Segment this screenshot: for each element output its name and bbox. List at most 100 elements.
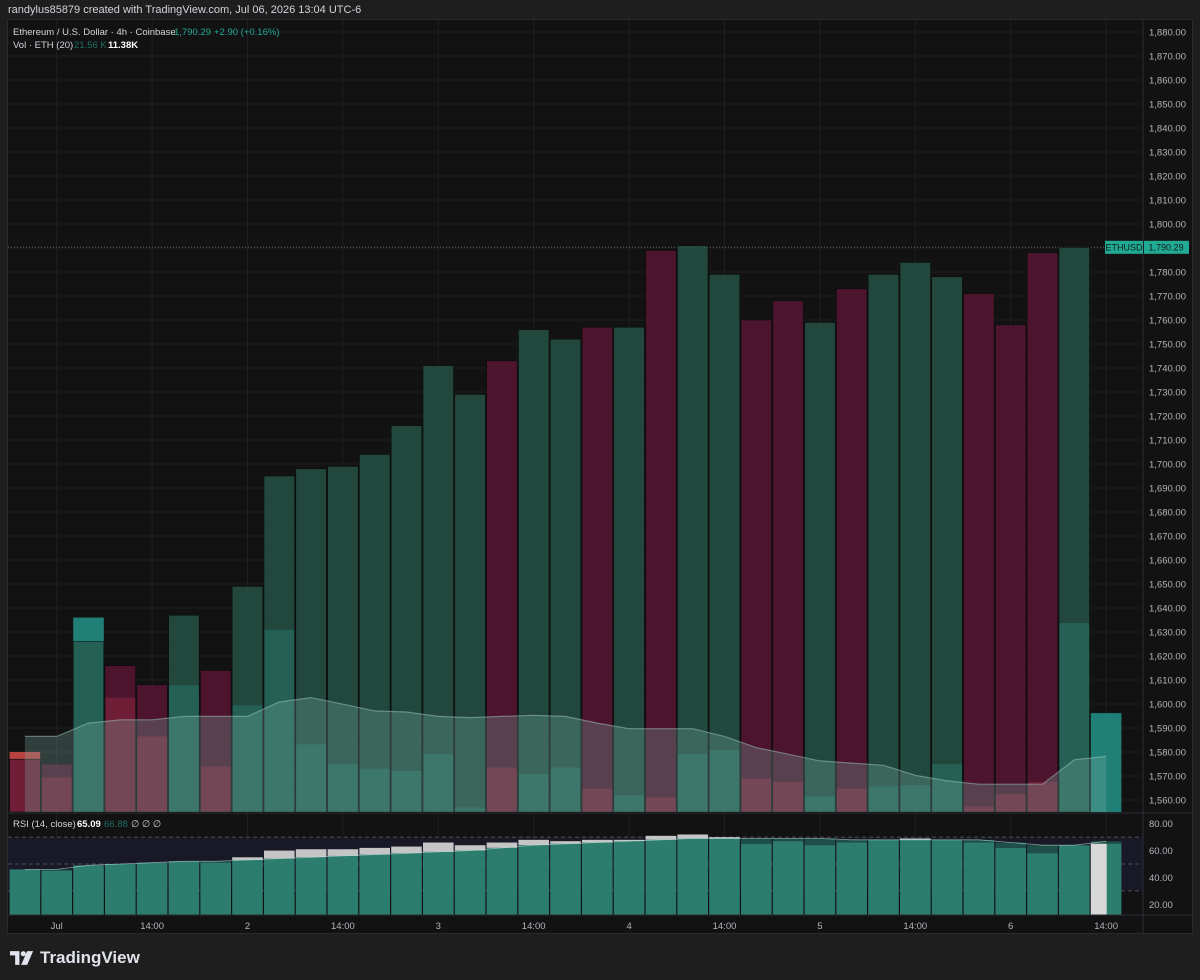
rsi-bar[interactable]: [454, 850, 486, 915]
rsi-bar[interactable]: [359, 854, 390, 915]
rsi-bar[interactable]: [741, 843, 772, 915]
price-tick-label: 1,870.00: [1149, 52, 1186, 63]
price-tick-label: 1,780.00: [1149, 268, 1186, 279]
rsi-bar[interactable]: [423, 851, 454, 915]
price-bar[interactable]: [1058, 247, 1090, 813]
rsi-divergence-bar: [836, 839, 867, 843]
rsi-bar[interactable]: [41, 870, 72, 915]
rsi-bar[interactable]: [963, 842, 995, 915]
rsi-bar[interactable]: [391, 853, 422, 915]
rsi-bar[interactable]: [677, 838, 708, 916]
price-tick-label: 1,860.00: [1149, 76, 1186, 87]
price-chart[interactable]: 1,560.00 1,570.00 1,580.00 1,590.00 1,600.00…: [8, 20, 1193, 934]
rsi-bar[interactable]: [105, 864, 136, 915]
price-bar[interactable]: [708, 274, 741, 813]
rsi-bar[interactable]: [1059, 845, 1090, 915]
price-tick-label: 1,620.00: [1149, 652, 1186, 663]
rsi-label[interactable]: RSI (14, close): [13, 819, 76, 830]
price-bar[interactable]: [645, 250, 677, 813]
rsi-bar[interactable]: [995, 847, 1026, 915]
rsi-bar[interactable]: [486, 847, 518, 915]
rsi-tick-label: 40.00: [1149, 873, 1173, 884]
rsi-divergence-bar: [677, 834, 708, 839]
price-tick-label: 1,610.00: [1149, 676, 1186, 687]
rsi-bar[interactable]: [709, 838, 740, 916]
chart-frame[interactable]: 1,560.00 1,570.00 1,580.00 1,590.00 1,600.00…: [7, 19, 1193, 934]
rsi-bar[interactable]: [550, 843, 581, 915]
rsi-pane[interactable]: [8, 834, 1143, 915]
rsi-divergence-bar: [804, 838, 836, 846]
price-bar[interactable]: [772, 300, 804, 813]
price-bar[interactable]: [931, 276, 963, 813]
rsi-bar[interactable]: [836, 842, 867, 915]
price-tick-label: 1,600.00: [1149, 700, 1186, 711]
legend-volume-ma: 21.56 K: [74, 40, 107, 51]
rsi-bar[interactable]: [868, 839, 899, 915]
rsi-last-bar: [1090, 843, 1107, 915]
price-tick-label: 1,850.00: [1149, 100, 1186, 111]
time-tick-label: 4: [626, 921, 631, 932]
rsi-bar[interactable]: [900, 839, 931, 915]
rsi-bar[interactable]: [613, 841, 645, 915]
rsi-bar[interactable]: [772, 841, 804, 915]
price-tick-label: 1,730.00: [1149, 388, 1186, 399]
price-bar[interactable]: [995, 324, 1027, 813]
rsi-bar[interactable]: [518, 845, 549, 915]
time-tick-label: Jul: [51, 921, 63, 932]
price-bar[interactable]: [836, 288, 868, 813]
tradingview-brand: TradingView: [40, 948, 140, 967]
legend-symbol[interactable]: Ethereum / U.S. Dollar · 4h · Coinbase: [13, 27, 176, 38]
price-tick-label: 1,570.00: [1149, 772, 1186, 783]
rsi-bar[interactable]: [264, 858, 295, 915]
price-tick-label: 1,800.00: [1149, 220, 1186, 231]
rsi-bar[interactable]: [232, 859, 263, 915]
price-bar[interactable]: [740, 319, 772, 813]
rsi-value: 65.09: [77, 819, 101, 830]
rsi-bar[interactable]: [168, 861, 200, 915]
rsi-bar[interactable]: [73, 865, 104, 915]
rsi-bar[interactable]: [327, 855, 359, 915]
price-tick-label: 1,760.00: [1149, 316, 1186, 327]
tradingview-logo[interactable]: TradingView: [10, 948, 140, 968]
rsi-divergence-bar: [963, 839, 995, 843]
price-tick-label: 1,690.00: [1149, 484, 1186, 495]
price-bar[interactable]: [899, 262, 931, 813]
legend-volume-label[interactable]: Vol · ETH (20): [13, 40, 73, 51]
time-tick-label: 14:00: [140, 921, 164, 932]
price-tick-label: 1,740.00: [1149, 364, 1186, 375]
time-tick-label: 14:00: [1094, 921, 1118, 932]
rsi-divergence-bar: [741, 838, 772, 844]
rsi-divergence-bar: [327, 849, 359, 856]
rsi-bar[interactable]: [295, 857, 327, 915]
time-tick-label: 14:00: [903, 921, 927, 932]
price-tick-label: 1,630.00: [1149, 628, 1186, 639]
price-bar[interactable]: [677, 245, 709, 813]
price-bar[interactable]: [804, 322, 836, 813]
rsi-bar[interactable]: [136, 862, 168, 915]
price-tick-label: 1,720.00: [1149, 412, 1186, 423]
price-tag-symbol: ETHUSD: [1105, 243, 1143, 253]
rsi-bar[interactable]: [9, 869, 41, 915]
rsi-extra: ∅ ∅ ∅: [131, 819, 161, 830]
price-bar[interactable]: [867, 274, 900, 813]
rsi-tick-label: 20.00: [1149, 900, 1173, 911]
price-tag-value: 1,790.29: [1148, 243, 1183, 253]
price-bar[interactable]: [1026, 252, 1059, 813]
current-price-tag: ETHUSD 1,790.29: [1105, 240, 1189, 254]
rsi-bar[interactable]: [804, 845, 836, 915]
price-bar[interactable]: [963, 293, 995, 813]
price-tick-label: 1,590.00: [1149, 724, 1186, 735]
time-tick-label: 14:00: [713, 921, 737, 932]
rsi-bar[interactable]: [645, 839, 677, 915]
time-tick-label: 5: [817, 921, 822, 932]
rsi-tick-label: 60.00: [1149, 846, 1173, 857]
rsi-divergence-bar: [295, 849, 327, 858]
rsi-bar[interactable]: [1027, 853, 1058, 915]
rsi-bar[interactable]: [582, 842, 613, 915]
price-tick-label: 1,680.00: [1149, 508, 1186, 519]
time-tick-label: 14:00: [331, 921, 355, 932]
rsi-bar[interactable]: [200, 862, 231, 915]
price-tick-label: 1,840.00: [1149, 124, 1186, 135]
rsi-bar[interactable]: [931, 839, 963, 915]
rsi-tick-label: 80.00: [1149, 819, 1173, 830]
